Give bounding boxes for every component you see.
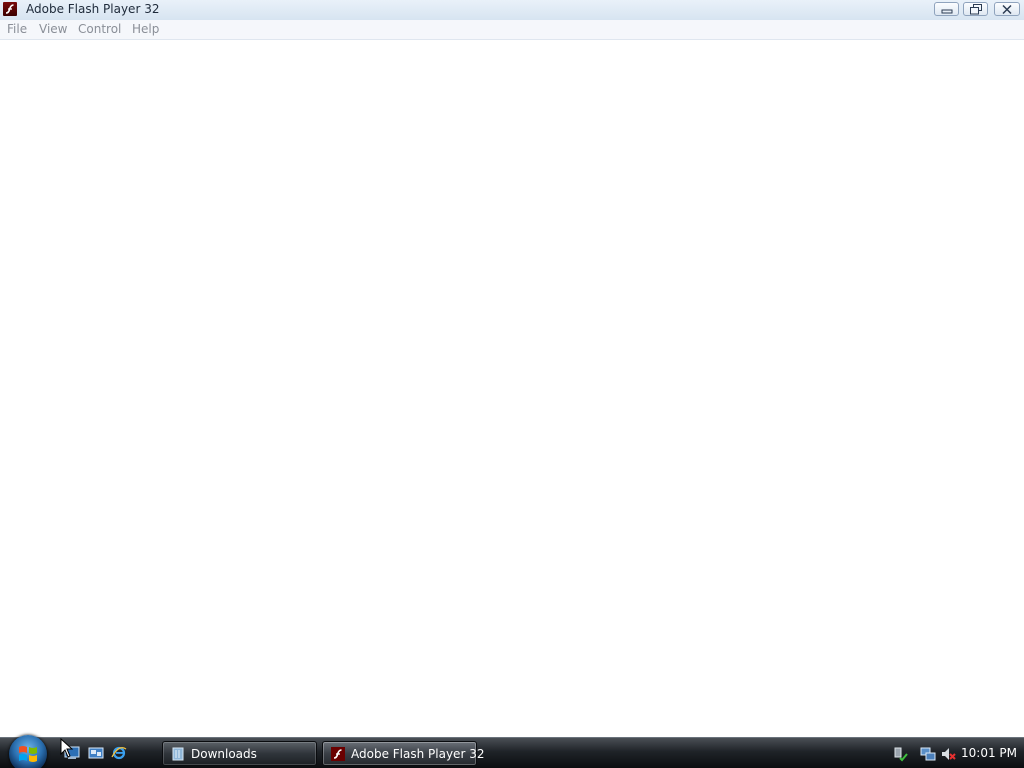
restore-icon [970,4,982,15]
network-icon[interactable] [920,746,936,762]
minimize-icon [941,9,953,14]
switch-windows-icon[interactable] [88,746,104,760]
windows-logo-icon [19,746,37,762]
restore-button[interactable] [963,2,988,16]
taskbar-button-downloads[interactable]: Downloads [162,741,317,766]
close-icon [1002,4,1012,15]
menu-control[interactable]: Control [78,22,121,36]
window-title: Adobe Flash Player 32 [26,2,160,16]
folder-icon [172,747,184,761]
taskbar-button-label: Adobe Flash Player 32 [351,747,485,761]
taskbar-button-flash-player[interactable]: Adobe Flash Player 32 [322,741,484,766]
internet-explorer-icon[interactable] [111,746,127,760]
menu-help[interactable]: Help [132,22,159,36]
close-button[interactable] [994,2,1020,16]
flash-stage[interactable] [0,40,1024,737]
menu-file[interactable]: File [7,22,27,36]
menu-view[interactable]: View [39,22,67,36]
taskbar: Downloads Adobe Flash Player 32 10:01 PM [0,735,1024,768]
flash-player-icon [3,2,17,16]
minimize-button[interactable] [934,2,959,16]
menu-bar: File View Control Help [0,20,1024,40]
taskbar-button-label: Downloads [191,747,257,761]
safely-remove-hardware-icon[interactable] [892,746,908,762]
flash-player-icon [331,747,345,761]
volume-muted-icon[interactable] [940,746,956,762]
system-clock[interactable]: 10:01 PM [961,746,1017,760]
mouse-cursor-icon [60,738,74,758]
desktop-screen: Adobe Flash Player 32 File View Control … [0,0,1024,768]
start-button[interactable] [9,735,47,768]
window-titlebar[interactable]: Adobe Flash Player 32 [0,0,1024,21]
